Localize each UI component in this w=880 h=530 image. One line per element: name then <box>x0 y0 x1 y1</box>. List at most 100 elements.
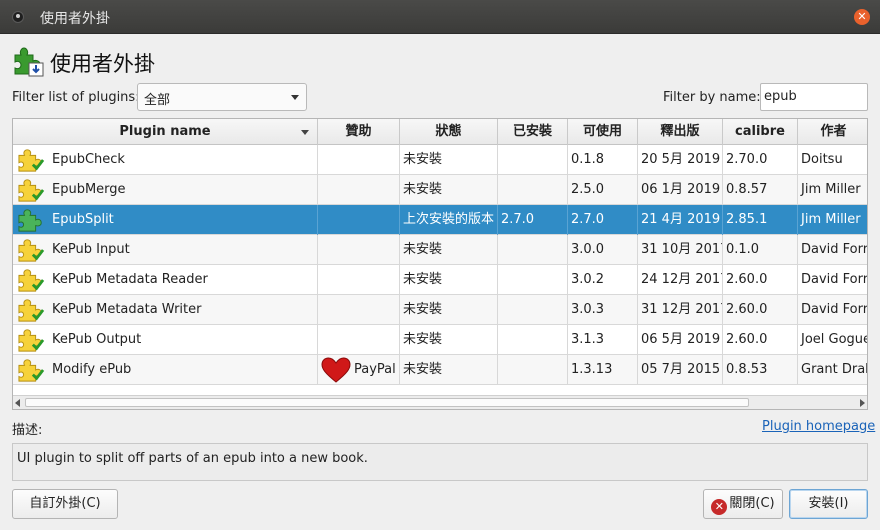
install-button[interactable]: 安裝(I) <box>789 489 868 519</box>
cell-name: KePub Output <box>13 325 318 355</box>
status-text: 未安裝 <box>403 302 443 317</box>
table-row[interactable]: KePub Input 未安裝 3.0.0 31 10月 2017 0.1.0 David… <box>13 235 868 265</box>
column-header-name[interactable]: Plugin name <box>13 119 318 145</box>
window-close-icon[interactable]: ✕ <box>854 9 870 25</box>
scroll-right-icon[interactable] <box>860 399 865 407</box>
author-text: David Forre <box>801 242 868 257</box>
column-header-calibre[interactable]: calibre <box>723 119 798 145</box>
status-text: 未安裝 <box>403 362 443 377</box>
cell-calibre: 2.60.0 <box>723 295 798 325</box>
name-text: EpubSplit <box>52 212 114 227</box>
available-text: 0.1.8 <box>571 152 605 167</box>
name-text: EpubCheck <box>52 152 125 167</box>
released-text: 31 12月 2017 <box>641 302 723 317</box>
column-header-installed[interactable]: 已安裝 <box>498 119 568 145</box>
cell-donate <box>318 175 400 205</box>
scrollbar-thumb[interactable] <box>25 398 749 407</box>
cell-author: Grant Drake <box>798 355 867 385</box>
heart-donate-icon[interactable] <box>321 357 351 383</box>
cell-donate <box>318 205 400 235</box>
plugin-puzzle-download-icon <box>14 47 44 77</box>
calibre-text: 2.60.0 <box>726 302 768 317</box>
calibre-text: 2.60.0 <box>726 272 768 287</box>
table-row[interactable]: EpubSplit 上次安裝的版本 2.7.0 2.7.0 21 4月 2019 2.85… <box>13 205 867 235</box>
column-header-donate[interactable]: 贊助 <box>318 119 400 145</box>
cell-released: 06 5月 2019 <box>638 325 723 355</box>
table-row[interactable]: EpubMerge 未安裝 2.5.0 06 1月 2019 0.8.57 Jim Mil… <box>13 175 867 205</box>
window-title: 使用者外掛 <box>40 11 110 27</box>
horizontal-scrollbar[interactable] <box>13 395 867 409</box>
cell-installed <box>498 265 568 295</box>
cell-released: 31 10月 2017 <box>638 235 723 265</box>
cell-installed <box>498 235 568 265</box>
cell-installed <box>498 175 568 205</box>
column-header-released[interactable]: 釋出版 <box>638 119 723 145</box>
cell-available: 3.0.2 <box>568 265 638 295</box>
calibre-text: 2.60.0 <box>726 332 768 347</box>
table-row[interactable]: Modify ePub PayPal 未安裝 1.3.13 05 7月 2015 0.8.… <box>13 355 867 385</box>
cell-author: David Forre <box>798 265 868 295</box>
cell-released: 31 12月 2017 <box>638 295 723 325</box>
cell-status: 未安裝 <box>400 355 498 385</box>
available-text: 3.0.2 <box>571 272 605 287</box>
cell-installed <box>498 295 568 325</box>
available-text: 2.5.0 <box>571 182 605 197</box>
table-row[interactable]: KePub Metadata Writer 未安裝 3.0.3 31 12月 2017… <box>13 295 867 325</box>
name-text: Modify ePub <box>52 362 132 377</box>
cell-available: 3.0.0 <box>568 235 638 265</box>
plugin-available-icon <box>18 239 45 262</box>
status-text: 未安裝 <box>403 272 443 287</box>
cell-status: 上次安裝的版本 <box>400 205 498 235</box>
calibre-text: 2.70.0 <box>726 152 768 167</box>
name-text: KePub Output <box>52 332 142 347</box>
cell-calibre: 2.70.0 <box>723 145 798 175</box>
close-button[interactable]: ✕ 關閉(C) <box>703 489 783 519</box>
cell-calibre: 0.8.53 <box>723 355 798 385</box>
cell-available: 1.3.13 <box>568 355 638 385</box>
close-icon: ✕ <box>711 499 728 515</box>
author-text: David Forre <box>801 272 868 287</box>
cell-calibre: 2.85.1 <box>723 205 798 235</box>
plugin-available-icon <box>18 329 45 352</box>
name-text: KePub Input <box>52 242 130 257</box>
filter-list-label: Filter list of plugins: <box>12 90 140 105</box>
description-label: 描述: <box>12 423 43 438</box>
cell-calibre: 2.60.0 <box>723 325 798 355</box>
cell-donate <box>318 145 400 175</box>
column-header-author[interactable]: 作者 <box>798 119 867 145</box>
cell-name: EpubCheck <box>13 145 318 175</box>
cell-status: 未安裝 <box>400 175 498 205</box>
plugin-homepage-link[interactable]: Plugin homepage <box>762 419 875 434</box>
plugin-available-icon <box>18 179 45 202</box>
table-row[interactable]: KePub Output 未安裝 3.1.3 06 5月 2019 2.60.0 Joel… <box>13 325 867 355</box>
cell-status: 未安裝 <box>400 235 498 265</box>
cell-available: 2.5.0 <box>568 175 638 205</box>
cell-status: 未安裝 <box>400 325 498 355</box>
calibre-text: 0.8.57 <box>726 182 768 197</box>
name-text: EpubMerge <box>52 182 126 197</box>
name-text: KePub Metadata Writer <box>52 302 202 317</box>
filter-list-dropdown[interactable]: 全部 <box>137 83 307 111</box>
column-header-available[interactable]: 可使用 <box>568 119 638 145</box>
calibre-text: 0.8.53 <box>726 362 768 377</box>
cell-released: 24 12月 2017 <box>638 265 723 295</box>
author-text: Doitsu <box>801 152 843 167</box>
window-menu-icon[interactable] <box>12 11 24 23</box>
author-text: Grant Drake <box>801 362 867 377</box>
scroll-left-icon[interactable] <box>15 399 20 407</box>
table-row[interactable]: EpubCheck 未安裝 0.1.8 20 5月 2019 2.70.0 Doitsu <box>13 145 867 175</box>
plugin-available-icon <box>18 359 45 382</box>
plugin-table: Plugin name 贊助 狀態 已安裝 可使用 釋出版 calibre 作者… <box>12 118 868 410</box>
cell-author: Joel Gogue <box>798 325 867 355</box>
cell-available: 3.1.3 <box>568 325 638 355</box>
available-text: 3.0.0 <box>571 242 605 257</box>
cell-installed <box>498 145 568 175</box>
table-row[interactable]: KePub Metadata Reader 未安裝 3.0.2 24 12月 2017… <box>13 265 868 295</box>
window-titlebar: 使用者外掛 ✕ <box>0 0 880 34</box>
status-text: 未安裝 <box>403 332 443 347</box>
filter-name-input[interactable]: epub <box>760 83 868 111</box>
cell-author: Doitsu <box>798 145 867 175</box>
customize-plugin-button[interactable]: 自訂外掛(C) <box>12 489 118 519</box>
column-header-status[interactable]: 狀態 <box>400 119 498 145</box>
cell-donate <box>318 265 400 295</box>
